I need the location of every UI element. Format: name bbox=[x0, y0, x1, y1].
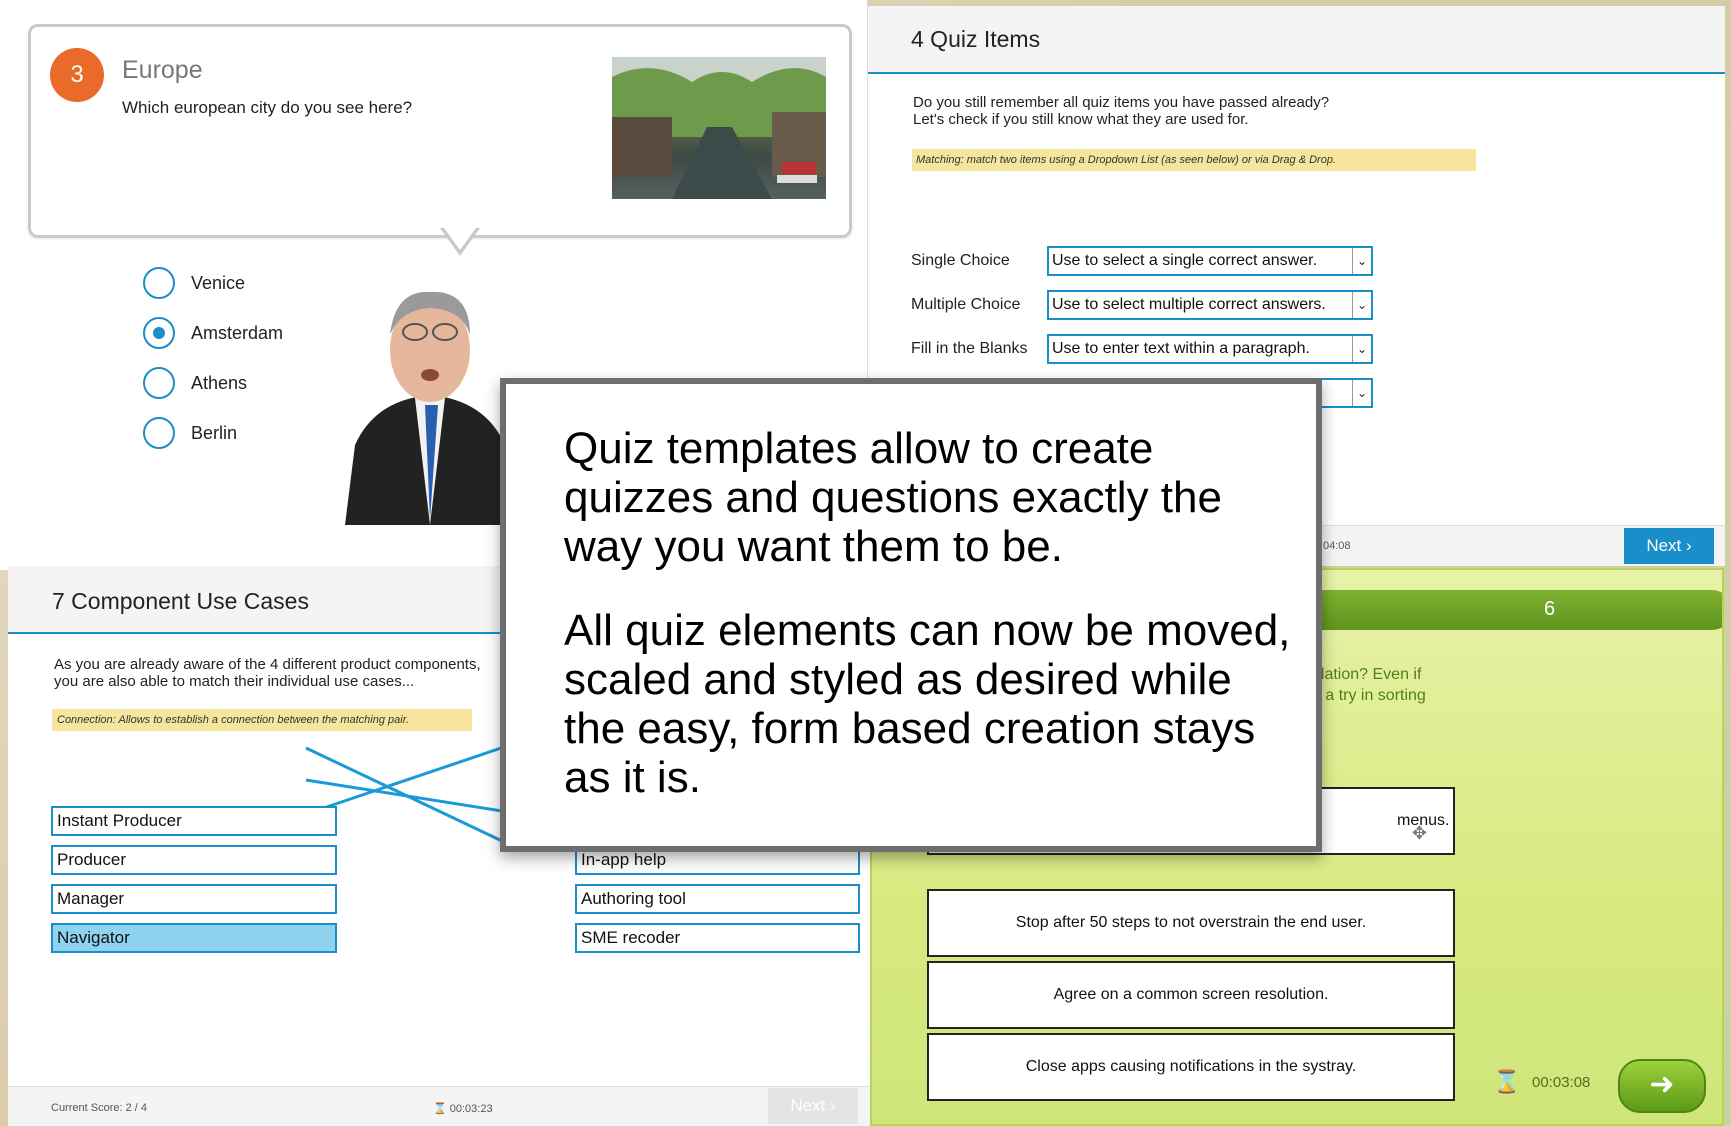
matching-dropdown[interactable]: Use to select a single correct answer. ⌄ bbox=[1047, 246, 1373, 276]
elapsed-time: 00:03:08 bbox=[1532, 1074, 1591, 1091]
matching-label: Fill in the Blanks bbox=[911, 340, 1028, 357]
slide-title: 7 Component Use Cases bbox=[52, 588, 309, 614]
option-label: Venice bbox=[191, 272, 246, 293]
matching-dropdown[interactable]: Use to select multiple correct answers. … bbox=[1047, 290, 1373, 320]
slide-intro: Do you still remember all quiz items you… bbox=[913, 94, 1330, 128]
hint-bar: Connection: Allows to establish a connec… bbox=[52, 709, 472, 731]
question-title: Europe bbox=[122, 56, 203, 84]
chevron-down-icon[interactable]: ⌄ bbox=[1352, 380, 1371, 406]
slide-intro: ulation? Even if e a try in sorting bbox=[1312, 666, 1426, 704]
matching-label: Single Choice bbox=[911, 252, 1010, 269]
canal-photo bbox=[612, 57, 826, 199]
slide-title: 4 Quiz Items bbox=[911, 26, 1041, 52]
option-amsterdam[interactable]: Amsterdam bbox=[143, 314, 283, 352]
matching-row: Multiple Choice Use to select multiple c… bbox=[911, 290, 1373, 320]
overlay-paragraph-2: All quiz elements can now be moved, scal… bbox=[564, 606, 1291, 802]
move-icon[interactable]: ✥ bbox=[1412, 823, 1427, 844]
radio-button[interactable] bbox=[143, 417, 175, 449]
next-button[interactable]: Next › bbox=[1624, 528, 1714, 564]
left-item-instant-producer[interactable]: Instant Producer bbox=[51, 806, 337, 836]
info-overlay: Quiz templates allow to create quizzes a… bbox=[500, 378, 1322, 852]
option-berlin[interactable]: Berlin bbox=[143, 414, 237, 452]
right-item-sme-recoder[interactable]: SME recoder bbox=[575, 923, 860, 953]
radio-button-selected[interactable] bbox=[143, 317, 175, 349]
radio-button[interactable] bbox=[143, 267, 175, 299]
chevron-down-icon[interactable]: ⌄ bbox=[1352, 292, 1371, 318]
sortable-card[interactable]: Close apps causing notifications in the … bbox=[927, 1033, 1455, 1101]
radio-button[interactable] bbox=[143, 367, 175, 399]
businessman-image bbox=[345, 291, 515, 525]
slide-header: 4 Quiz Items bbox=[868, 6, 1725, 74]
left-item-navigator[interactable]: Navigator bbox=[51, 923, 337, 953]
left-item-manager[interactable]: Manager bbox=[51, 884, 337, 914]
right-item-authoring-tool[interactable]: Authoring tool bbox=[575, 884, 860, 914]
overlay-paragraph-1: Quiz templates allow to create quizzes a… bbox=[564, 424, 1222, 571]
matching-row: Fill in the Blanks Use to enter text wit… bbox=[911, 334, 1373, 364]
option-venice[interactable]: Venice bbox=[143, 264, 245, 302]
elapsed-time: 04:08 bbox=[1323, 540, 1351, 552]
elapsed-time: ⌛ 00:03:23 bbox=[433, 1103, 493, 1115]
matching-dropdown[interactable]: Use to enter text within a paragraph. ⌄ bbox=[1047, 334, 1373, 364]
next-button-disabled[interactable]: Next › bbox=[768, 1088, 858, 1124]
question-text: Which european city do you see here? bbox=[122, 98, 413, 117]
hint-bar: Matching: match two items using a Dropdo… bbox=[912, 149, 1476, 171]
matching-label: Multiple Choice bbox=[911, 296, 1021, 313]
arrow-right-icon: ➜ bbox=[1649, 1068, 1675, 1101]
current-score: Current Score: 2 / 4 bbox=[51, 1102, 147, 1114]
sortable-card[interactable]: Stop after 50 steps to not overstrain th… bbox=[927, 889, 1455, 957]
option-label: Amsterdam bbox=[191, 322, 284, 343]
hourglass-icon: ⌛ bbox=[1493, 1069, 1521, 1094]
slide-number: 6 bbox=[1544, 598, 1556, 620]
chevron-down-icon[interactable]: ⌄ bbox=[1352, 248, 1371, 274]
left-item-producer[interactable]: Producer bbox=[51, 845, 337, 875]
question-number-badge: 3 bbox=[50, 48, 104, 102]
submit-button[interactable]: ➜ bbox=[1618, 1059, 1706, 1113]
option-label: Berlin bbox=[191, 422, 238, 443]
matching-row: Single Choice Use to select a single cor… bbox=[911, 246, 1373, 276]
option-label: Athens bbox=[191, 372, 248, 393]
chevron-down-icon[interactable]: ⌄ bbox=[1352, 336, 1371, 362]
sortable-card[interactable]: Agree on a common screen resolution. bbox=[927, 961, 1455, 1029]
option-athens[interactable]: Athens bbox=[143, 364, 247, 402]
slide-intro: As you are already aware of the 4 differ… bbox=[54, 656, 481, 690]
